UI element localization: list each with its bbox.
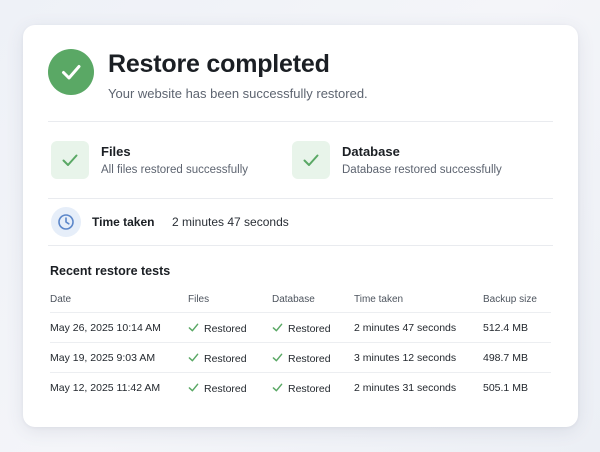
check-circle-icon	[48, 49, 94, 95]
cell-database: Restored	[272, 382, 331, 396]
files-status: Files All files restored successfully	[51, 141, 281, 181]
cell-date: May 19, 2025 9:03 AM	[50, 352, 156, 364]
table-row: May 12, 2025 11:42 AM Restored Restored …	[50, 372, 551, 402]
check-icon	[51, 141, 89, 179]
column-header-time-taken: Time taken	[354, 294, 404, 305]
page-title: Restore completed	[108, 50, 330, 78]
cell-files-label: Restored	[204, 383, 247, 395]
table-row: May 19, 2025 9:03 AM Restored Restored 3…	[50, 342, 551, 372]
database-status-subtitle: Database restored successfully	[342, 164, 502, 176]
check-icon	[188, 352, 199, 366]
column-header-backup-size: Backup size	[483, 294, 537, 305]
column-header-date: Date	[50, 294, 72, 305]
table-row: May 26, 2025 10:14 AM Restored Restored …	[50, 312, 551, 342]
restore-summary-card: Restore completed Your website has been …	[23, 25, 578, 427]
cell-database-label: Restored	[288, 323, 331, 335]
table-header: Date Files Database Time taken Backup si…	[50, 291, 551, 312]
cell-database-label: Restored	[288, 383, 331, 395]
check-icon	[272, 322, 283, 336]
database-status: Database Database restored successfully	[292, 141, 532, 181]
time-taken-row: Time taken 2 minutes 47 seconds	[51, 207, 451, 237]
cell-database: Restored	[272, 322, 331, 336]
cell-files: Restored	[188, 322, 247, 336]
time-taken-value: 2 minutes 47 seconds	[172, 215, 289, 229]
cell-files-label: Restored	[204, 323, 247, 335]
cell-time-taken: 2 minutes 31 seconds	[354, 382, 457, 394]
files-status-title: Files	[101, 144, 131, 159]
column-header-database: Database	[272, 294, 315, 305]
divider	[48, 198, 553, 199]
database-status-title: Database	[342, 144, 400, 159]
recent-restore-tests-title: Recent restore tests	[50, 264, 171, 278]
clock-icon	[51, 207, 81, 237]
files-status-subtitle: All files restored successfully	[101, 164, 248, 176]
restore-header: Restore completed Your website has been …	[48, 49, 553, 123]
column-header-files: Files	[188, 294, 210, 305]
cell-date: May 12, 2025 11:42 AM	[50, 382, 161, 394]
cell-backup-size: 505.1 MB	[483, 382, 528, 394]
cell-files: Restored	[188, 352, 247, 366]
cell-files-label: Restored	[204, 353, 247, 365]
cell-backup-size: 512.4 MB	[483, 322, 528, 334]
check-icon	[272, 352, 283, 366]
check-icon	[188, 322, 199, 336]
check-icon	[292, 141, 330, 179]
page-subtitle: Your website has been successfully resto…	[108, 86, 368, 101]
cell-time-taken: 2 minutes 47 seconds	[354, 322, 457, 334]
recent-restore-tests-table: Date Files Database Time taken Backup si…	[50, 291, 551, 402]
cell-backup-size: 498.7 MB	[483, 352, 528, 364]
cell-database: Restored	[272, 352, 331, 366]
check-icon	[188, 382, 199, 396]
cell-time-taken: 3 minutes 12 seconds	[354, 352, 457, 364]
cell-database-label: Restored	[288, 353, 331, 365]
time-taken-label: Time taken	[92, 215, 155, 229]
cell-files: Restored	[188, 382, 247, 396]
cell-date: May 26, 2025 10:14 AM	[50, 322, 161, 334]
divider	[48, 245, 553, 246]
divider	[48, 121, 553, 122]
check-icon	[272, 382, 283, 396]
